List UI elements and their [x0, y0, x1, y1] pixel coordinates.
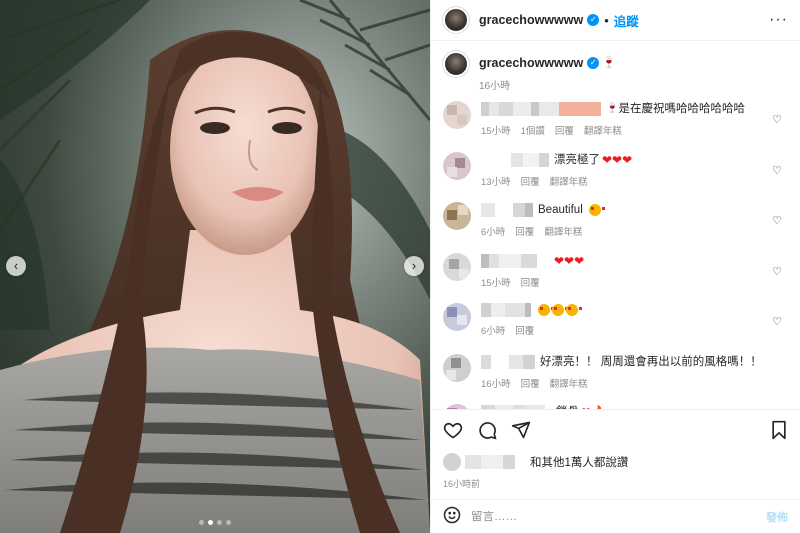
- commenter-avatar[interactable]: [443, 303, 471, 331]
- blurred-username[interactable]: [481, 253, 547, 268]
- instagram-post-dialog: ‹ › gracechowwwww ✓ • 追蹤 ··· gracechowww…: [0, 0, 800, 533]
- heart-icon[interactable]: ♡: [772, 164, 782, 177]
- heart-eyes-icon: [538, 304, 554, 316]
- blurred-username[interactable]: [481, 152, 549, 167]
- follow-button[interactable]: 追蹤: [614, 11, 639, 30]
- comment-time: 6小時: [481, 227, 506, 238]
- comment-time: 16小時: [481, 378, 511, 390]
- heart-eyes-icon: [566, 304, 582, 316]
- comment-text: 漂亮極了: [554, 153, 600, 166]
- blurred-username[interactable]: [481, 303, 531, 317]
- reply-button[interactable]: 回覆: [515, 323, 534, 337]
- bookmark-icon[interactable]: [770, 420, 788, 440]
- action-bar: [431, 409, 800, 449]
- heart-icon[interactable]: ♡: [772, 113, 782, 126]
- comment-text: 鎖骨: [556, 404, 579, 409]
- comment-time: 6小時: [481, 326, 506, 337]
- verified-icon: ✓: [587, 14, 600, 26]
- more-icon[interactable]: ···: [769, 11, 788, 29]
- reply-button[interactable]: 回覆: [521, 174, 540, 188]
- commenter-avatar[interactable]: [443, 101, 471, 129]
- blurred-username[interactable]: [465, 455, 525, 469]
- caption-username[interactable]: gracechowwwww: [479, 55, 583, 71]
- heart-eyes-icon: [588, 204, 605, 216]
- comment-time: 15小時: [481, 126, 511, 137]
- add-comment-bar: 發佈: [431, 499, 800, 533]
- selfie-photo: [0, 0, 430, 533]
- liker-avatar[interactable]: [443, 453, 461, 471]
- caption-avatar[interactable]: [443, 51, 469, 77]
- blurred-username[interactable]: [481, 354, 535, 369]
- comment-item: 漂亮極了 ❤❤❤ 13小時 回覆 翻譯年糕 ♡: [443, 151, 788, 203]
- reply-button[interactable]: 回覆: [521, 376, 540, 390]
- comment-text: 是在慶祝嗎哈哈哈哈哈哈: [618, 103, 745, 115]
- likes-section: 和其他1萬人都說讚 16小時前: [431, 449, 800, 499]
- reply-button[interactable]: 回覆: [515, 224, 534, 238]
- separator-dot: •: [604, 12, 609, 28]
- emoji-icon[interactable]: [443, 506, 461, 527]
- wine-icon: 🍷: [602, 57, 616, 69]
- blurred-username[interactable]: [481, 405, 545, 409]
- likes-count-text[interactable]: 和其他1萬人都說讚: [530, 454, 628, 470]
- comment-time: 13小時: [481, 176, 511, 188]
- reply-button[interactable]: 回覆: [555, 123, 574, 137]
- commenter-avatar[interactable]: [443, 252, 471, 281]
- carousel-dot-active: [208, 520, 213, 525]
- post-header: gracechowwwww ✓ • 追蹤 ···: [431, 0, 800, 41]
- blurred-username[interactable]: [481, 203, 533, 217]
- commenter-avatar[interactable]: [443, 151, 471, 180]
- carousel-prev-button[interactable]: ‹: [6, 256, 26, 276]
- post-side-panel: gracechowwwww ✓ • 追蹤 ··· gracechowwwww ✓…: [430, 0, 800, 533]
- comment-item: 好漂亮！！ 周周還會再出以前的風格嗎！！ 16小時 回覆 翻譯年糕: [443, 353, 788, 405]
- comment-icon[interactable]: [477, 420, 497, 440]
- heart-eyes-icon: [552, 304, 568, 316]
- verified-icon: ✓: [587, 57, 600, 69]
- comment-time: 15小時: [481, 277, 511, 289]
- red-heart-icon: ❤❤❤: [602, 152, 633, 167]
- header-username[interactable]: gracechowwwww: [479, 13, 583, 27]
- post-button[interactable]: 發佈: [766, 509, 788, 525]
- comment-item: 🍷 是在慶祝嗎哈哈哈哈哈哈 15小時 1個讚 回覆 翻譯年糕 ♡: [443, 101, 788, 152]
- blurred-username[interactable]: [481, 102, 601, 116]
- comments-list[interactable]: gracechowwwww ✓ 🍷 16小時 🍷 是在慶祝嗎哈哈哈哈哈哈 15小…: [431, 41, 800, 409]
- translate-button[interactable]: 翻譯年糕: [544, 224, 582, 238]
- post-time: 16小時前: [443, 479, 481, 489]
- comment-text: 好漂亮！！ 周周還會再出以前的風格嗎！！: [540, 355, 762, 368]
- translate-button[interactable]: 翻譯年糕: [584, 123, 622, 137]
- red-heart-icon: ❤❤❤: [554, 253, 585, 268]
- translate-button[interactable]: 翻譯年糕: [550, 376, 588, 390]
- commenter-avatar[interactable]: [443, 353, 471, 382]
- avatar[interactable]: [443, 7, 469, 33]
- caption-time: 16小時: [479, 81, 511, 92]
- heart-icon[interactable]: ♡: [772, 315, 782, 328]
- reply-button[interactable]: 回覆: [521, 275, 540, 289]
- comment-item: ❤❤❤ 15小時 回覆 ♡: [443, 252, 788, 304]
- commenter-avatar[interactable]: [443, 202, 471, 230]
- comment-likes[interactable]: 1個讚: [521, 123, 545, 137]
- carousel-dot: [226, 520, 231, 525]
- heart-icon[interactable]: ♡: [772, 214, 782, 227]
- share-icon[interactable]: [511, 420, 531, 440]
- heart-icon[interactable]: [443, 420, 463, 440]
- carousel-dots: [0, 520, 430, 525]
- carousel-next-button[interactable]: ›: [404, 256, 424, 276]
- comment-item: 鎖骨 ❤ 🔥 ♡: [443, 404, 788, 409]
- carousel-dot: [217, 520, 222, 525]
- post-photo[interactable]: ‹ ›: [0, 0, 430, 533]
- red-heart-icon: ❤: [581, 404, 591, 409]
- comment-item: 6小時 回覆 ♡: [443, 303, 788, 354]
- comment-text: Beautiful: [538, 204, 583, 216]
- comment-item: Beautiful 6小時 回覆 翻譯年糕 ♡: [443, 202, 788, 253]
- commenter-avatar[interactable]: [443, 404, 471, 409]
- heart-icon[interactable]: ♡: [772, 265, 782, 278]
- wine-icon: 🍷: [606, 103, 619, 114]
- caption: gracechowwwww ✓ 🍷 16小時: [443, 51, 788, 101]
- carousel-dot: [199, 520, 204, 525]
- translate-button[interactable]: 翻譯年糕: [550, 174, 588, 188]
- fire-icon: 🔥: [591, 404, 606, 409]
- comment-input[interactable]: [471, 510, 766, 523]
